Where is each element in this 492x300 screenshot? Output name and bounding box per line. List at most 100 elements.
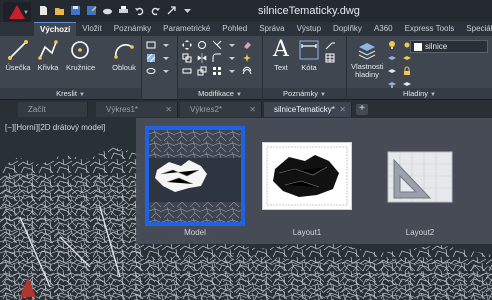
move-tool-button[interactable] — [182, 40, 192, 50]
circle-tool-button[interactable]: Kružnice — [66, 38, 95, 72]
layer-dropdown[interactable]: silnice — [410, 40, 488, 53]
dropdown-button-3[interactable] — [161, 66, 171, 76]
table-tool-button[interactable] — [325, 53, 335, 63]
layers-panel-title: Hladiny — [403, 89, 429, 98]
line-tool-button[interactable]: Úsečka — [4, 38, 32, 72]
title-bar: ▼ silniceTematicky.dwg — [0, 0, 492, 22]
stretch-icon — [182, 68, 192, 74]
dropdown-button-2[interactable] — [161, 53, 171, 63]
arc-tool-label: Oblouk — [112, 63, 136, 72]
tab-parametricke[interactable]: Parametrické — [157, 22, 216, 36]
lock-icon — [404, 66, 410, 75]
array-tool-button[interactable] — [212, 66, 222, 76]
polyline-tool-label: Křivka — [37, 63, 59, 72]
redo-button[interactable] — [148, 4, 162, 17]
printer-icon — [118, 6, 128, 13]
ellipse-tool-button[interactable] — [146, 66, 156, 76]
qat-customize-button[interactable] — [180, 4, 194, 17]
layout1-thumbnail[interactable] — [262, 142, 352, 210]
file-tab-silnice[interactable]: silniceTematicky* ✕ — [264, 102, 352, 117]
mirror-tool-button[interactable] — [197, 53, 207, 63]
layer-iso-button[interactable] — [387, 53, 397, 63]
modify-panel-label[interactable]: Modifikace ▼ — [178, 88, 262, 99]
draw-extra-grid — [146, 40, 173, 76]
tab-sprava[interactable]: Správa — [253, 22, 290, 36]
file-tab-start[interactable]: Začít — [18, 102, 88, 117]
offset-icon — [242, 66, 252, 75]
file-tab-label: Začít — [28, 105, 46, 114]
offset-tool-button[interactable] — [242, 66, 252, 76]
erase-tool-button[interactable] — [242, 40, 252, 50]
ellipse-icon — [146, 68, 156, 74]
fillet-tool-button[interactable] — [212, 53, 222, 63]
layer-unisolate-icon — [403, 56, 411, 60]
scale-tool-button[interactable] — [197, 66, 207, 76]
layer-off-icon — [388, 69, 396, 73]
annotation-panel: A Text Kóta Poznámky ▼ — [263, 36, 347, 100]
application-menu-button[interactable]: ▼ — [3, 2, 31, 22]
layer-properties-button[interactable]: Vlastnosti hladiny — [351, 38, 384, 79]
layout2-thumbnail[interactable] — [384, 148, 456, 204]
dropdown-button-4[interactable] — [227, 40, 237, 50]
rectangle-tool-button[interactable] — [146, 40, 156, 50]
layer-lock-button[interactable] — [402, 66, 412, 76]
leader-icon — [325, 42, 335, 50]
dropdown-button-6[interactable] — [227, 66, 237, 76]
leader-tool-button[interactable] — [325, 40, 335, 50]
new-file-button[interactable] — [36, 4, 50, 17]
save-button[interactable] — [68, 4, 82, 17]
quick-access-toolbar — [36, 4, 194, 17]
viewport-controls-label[interactable]: [−][Horní][2D drátový model] — [5, 123, 105, 132]
model-label: Model — [184, 228, 206, 237]
draw-panel-label[interactable]: Kreslit ▼ — [0, 88, 141, 99]
layer-color-swatch — [414, 43, 422, 51]
rotate-tool-button[interactable] — [197, 40, 207, 50]
dropdown-button[interactable] — [161, 40, 171, 50]
fillet-icon — [212, 53, 221, 62]
undo-button[interactable] — [132, 4, 146, 17]
layout2-preview-icon — [387, 151, 453, 203]
tab-doplnky[interactable]: Doplňky — [327, 22, 368, 36]
layer-off-button[interactable] — [387, 66, 397, 76]
tab-express-tools[interactable]: Express Tools — [399, 22, 461, 36]
tab-vystup[interactable]: Výstup — [291, 22, 327, 36]
share-button[interactable] — [164, 4, 178, 17]
polyline-icon — [38, 40, 58, 60]
tab-a360[interactable]: A360 — [368, 22, 399, 36]
line-tool-label: Úsečka — [5, 63, 31, 72]
tab-pohled[interactable]: Pohled — [216, 22, 253, 36]
copy-tool-button[interactable] — [182, 53, 192, 63]
layer-properties-icon — [358, 43, 376, 60]
dimension-tool-button[interactable]: Kóta — [295, 38, 323, 72]
annotation-panel-label[interactable]: Poznámky ▼ — [263, 88, 346, 99]
dropdown-button-5[interactable] — [227, 53, 237, 63]
tab-poznamky[interactable]: Poznámky — [108, 22, 157, 36]
close-icon[interactable]: ✕ — [165, 102, 172, 117]
layers-panel-label[interactable]: Hladiny ▼ — [347, 88, 492, 99]
copy-icon — [182, 53, 192, 63]
trim-tool-button[interactable] — [212, 40, 222, 50]
polyline-tool-button[interactable]: Křivka — [34, 38, 62, 72]
draw-panel: Úsečka Křivka Kružnice Oblouk Kreslit ▼ — [0, 36, 142, 100]
close-icon[interactable]: ✕ — [339, 102, 346, 117]
tab-special[interactable]: Speciál — [460, 22, 492, 36]
plot-button[interactable] — [116, 4, 130, 17]
layer-unisolate-button[interactable] — [402, 53, 412, 63]
hatch-tool-button[interactable] — [146, 53, 156, 63]
explode-tool-button[interactable] — [242, 53, 252, 63]
save-as-button[interactable] — [84, 4, 98, 17]
file-tab-vykres1[interactable]: Výkres1* ✕ — [96, 102, 178, 117]
close-icon[interactable]: ✕ — [249, 102, 256, 117]
arc-tool-button[interactable]: Oblouk — [110, 38, 138, 72]
mirror-icon — [197, 53, 207, 63]
text-a-icon: A — [273, 37, 289, 62]
text-tool-button[interactable]: A Text — [267, 37, 295, 73]
open-file-button[interactable] — [52, 4, 66, 17]
tab-vlozit[interactable]: Vložit — [76, 22, 108, 36]
tab-vychozi[interactable]: Výchozí — [34, 22, 77, 36]
layer-state-button[interactable] — [387, 40, 397, 50]
stretch-tool-button[interactable] — [182, 66, 192, 76]
file-tab-vykres2[interactable]: Výkres2* ✕ — [180, 102, 262, 117]
cloud-button[interactable] — [100, 4, 114, 17]
new-tab-button[interactable]: + — [356, 104, 368, 115]
